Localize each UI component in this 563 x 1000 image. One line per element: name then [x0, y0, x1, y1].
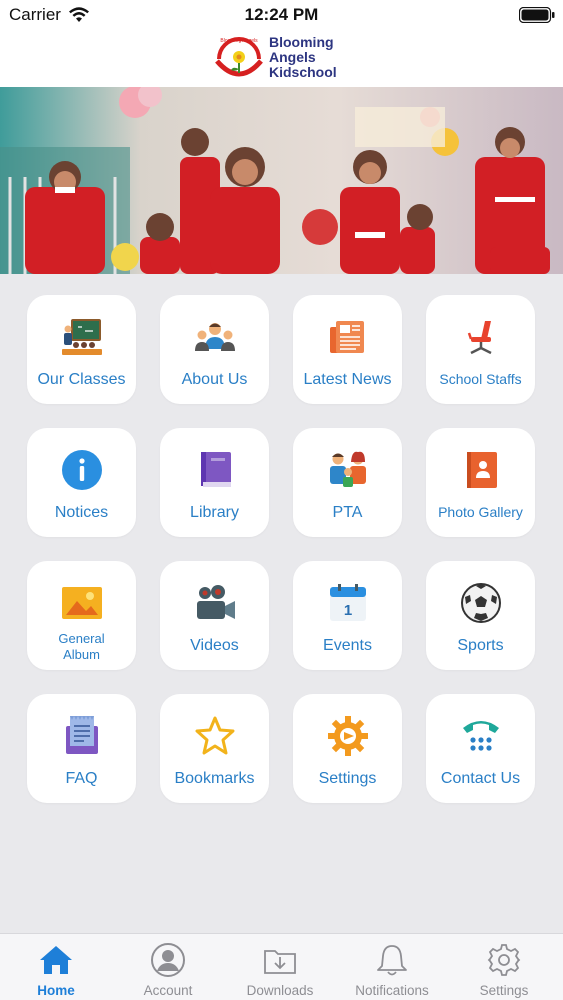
downloads-folder-icon [264, 950, 296, 974]
menu-label: PTA [332, 504, 363, 521]
photo-album-icon [466, 452, 497, 488]
calendar-icon: 1 [329, 584, 366, 621]
status-bar: Carrier 12:24 PM [0, 0, 563, 30]
menu-label: Events [323, 637, 372, 654]
tab-account[interactable]: Account [112, 934, 224, 1000]
tab-home[interactable]: Home [0, 934, 112, 1000]
menu-label: FAQ [65, 770, 98, 787]
account-icon [151, 943, 185, 977]
family-icon [329, 451, 366, 487]
menu-contact-us[interactable]: Contact Us [426, 694, 535, 803]
menu-our-classes[interactable]: Our Classes [27, 295, 136, 404]
menu-label: Contact Us [440, 770, 521, 787]
school-name-line3: Kidschool [269, 64, 337, 80]
info-icon [61, 450, 102, 490]
tab-label: Downloads [246, 983, 314, 998]
book-icon [200, 452, 231, 487]
app-header: Blooming Angels Blooming Angels Kidschoo… [0, 30, 563, 87]
soccer-ball-icon [460, 583, 501, 623]
banner-photo [0, 87, 563, 274]
newspaper-icon [329, 321, 364, 353]
school-logo: Blooming Angels [215, 37, 263, 77]
menu-label: Photo Gallery [438, 504, 523, 520]
star-icon [195, 716, 234, 755]
school-name: Blooming Angels Kidschool [269, 35, 337, 80]
people-group-icon [194, 323, 235, 351]
menu-sports[interactable]: Sports [426, 561, 535, 670]
home-icon [40, 946, 72, 974]
menu-about-us[interactable]: About Us [160, 295, 269, 404]
banner-slider[interactable] [0, 87, 563, 274]
video-camera-icon [196, 585, 235, 619]
menu-label: Latest News [303, 371, 392, 388]
battery-icon [519, 7, 555, 23]
faq-document-icon [65, 716, 98, 754]
menu-pta[interactable]: PTA [293, 428, 402, 537]
tab-label: Notifications [355, 983, 429, 998]
tab-downloads[interactable]: Downloads [224, 934, 336, 1000]
school-name-line1: Blooming [269, 34, 334, 50]
menu-settings[interactable]: Settings [293, 694, 402, 803]
menu-photo-gallery[interactable]: Photo Gallery [426, 428, 535, 537]
menu-label: About Us [181, 371, 248, 388]
menu-label: Settings [318, 770, 377, 787]
menu-label: Our Classes [37, 371, 126, 388]
menu-school-staffs[interactable]: School Staffs [426, 295, 535, 404]
tab-notifications[interactable]: Notifications [336, 934, 448, 1000]
telephone-icon [462, 721, 499, 751]
menu-library[interactable]: Library [160, 428, 269, 537]
menu-label: Notices [54, 504, 109, 521]
menu-label: School Staffs [439, 371, 522, 387]
classroom-icon [61, 319, 102, 355]
bell-icon [377, 945, 407, 976]
school-name-line2: Angels [269, 49, 316, 65]
chair-icon [467, 321, 492, 355]
menu-label: Library [190, 504, 239, 521]
menu-notices[interactable]: Notices [27, 428, 136, 537]
menu-events[interactable]: 1 Events [293, 561, 402, 670]
tab-label: Settings [479, 983, 529, 998]
menu-videos[interactable]: Videos [160, 561, 269, 670]
image-icon [61, 587, 102, 619]
menu-label: Bookmarks [174, 770, 255, 787]
gear-icon [327, 716, 368, 756]
menu-general-album[interactable]: General Album [27, 561, 136, 670]
menu-latest-news[interactable]: Latest News [293, 295, 402, 404]
svg-text:Blooming Angels: Blooming Angels [220, 38, 258, 44]
menu-label: Videos [190, 637, 239, 654]
tab-label: Home [37, 983, 75, 998]
settings-gear-icon [487, 944, 521, 976]
clock: 12:24 PM [244, 5, 319, 24]
menu-bookmarks[interactable]: Bookmarks [160, 694, 269, 803]
menu-label: Sports [457, 637, 504, 654]
tab-label: Account [143, 983, 193, 998]
tab-bar: Home Account Downloads Notifications Set… [0, 933, 563, 1000]
svg-text:1: 1 [343, 602, 351, 619]
menu-label: General Album [58, 631, 105, 662]
menu-faq[interactable]: FAQ [27, 694, 136, 803]
tab-settings[interactable]: Settings [448, 934, 560, 1000]
